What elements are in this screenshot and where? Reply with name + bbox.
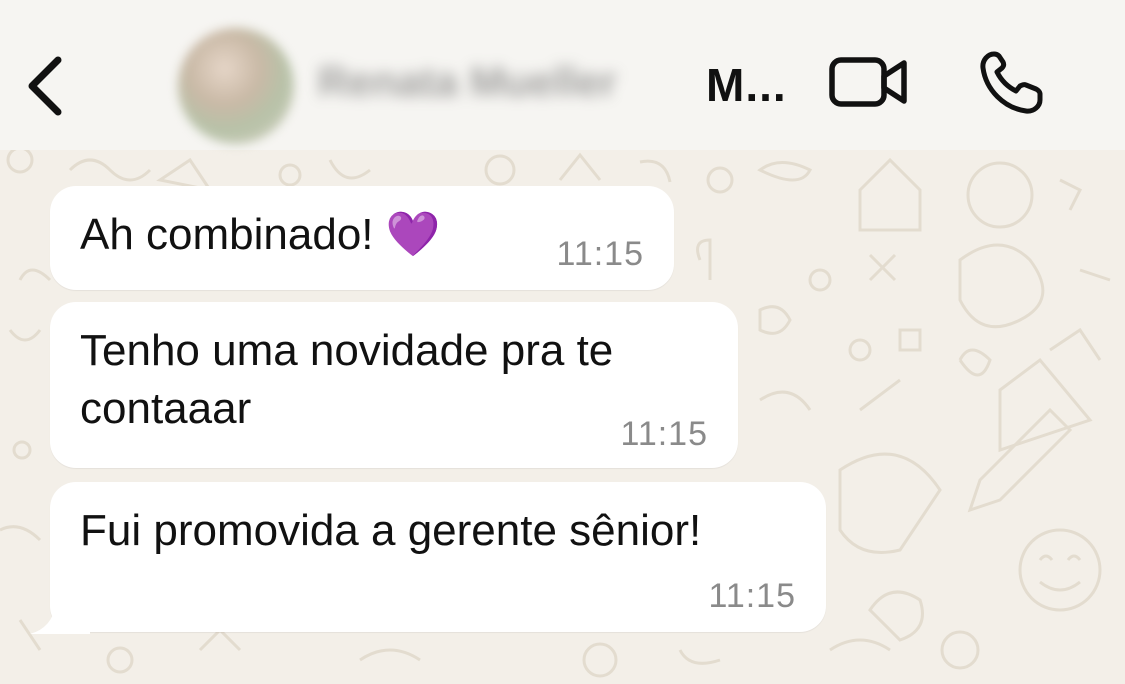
message-bubble[interactable]: Tenho uma novidade pra te contaaar 11:15 bbox=[50, 302, 738, 468]
chat-area[interactable]: Ah combinado! 💜 11:15 Tenho uma novidade… bbox=[0, 150, 1125, 684]
message-bubble[interactable]: Fui promovida a gerente sênior! 11:15 bbox=[50, 482, 826, 632]
contact-avatar[interactable] bbox=[178, 28, 294, 144]
message-text: Ah combinado! 💜 bbox=[80, 210, 441, 259]
chat-header: Renata Mueller M... bbox=[0, 0, 1125, 150]
contact-name[interactable]: M... bbox=[706, 58, 787, 112]
voice-call-button[interactable] bbox=[972, 44, 1052, 120]
message-time: 11:15 bbox=[620, 415, 708, 453]
contact-name-blurred[interactable]: Renata Mueller bbox=[318, 58, 698, 108]
message-bubble[interactable]: Ah combinado! 💜 11:15 bbox=[50, 186, 674, 290]
phone-icon bbox=[980, 51, 1043, 114]
chevron-left-icon bbox=[28, 56, 62, 116]
bubble-tail bbox=[30, 604, 90, 634]
back-button[interactable] bbox=[18, 48, 78, 120]
chat-screen: Renata Mueller M... Ah combinado! 💜 11:1… bbox=[0, 0, 1125, 684]
message-time: 11:15 bbox=[556, 235, 644, 273]
message-text: Tenho uma novidade pra te contaaar bbox=[80, 326, 614, 433]
video-call-button[interactable] bbox=[826, 50, 912, 116]
message-time: 11:15 bbox=[708, 577, 796, 615]
message-text: Fui promovida a gerente sênior! bbox=[80, 506, 702, 555]
video-camera-icon bbox=[829, 57, 907, 107]
